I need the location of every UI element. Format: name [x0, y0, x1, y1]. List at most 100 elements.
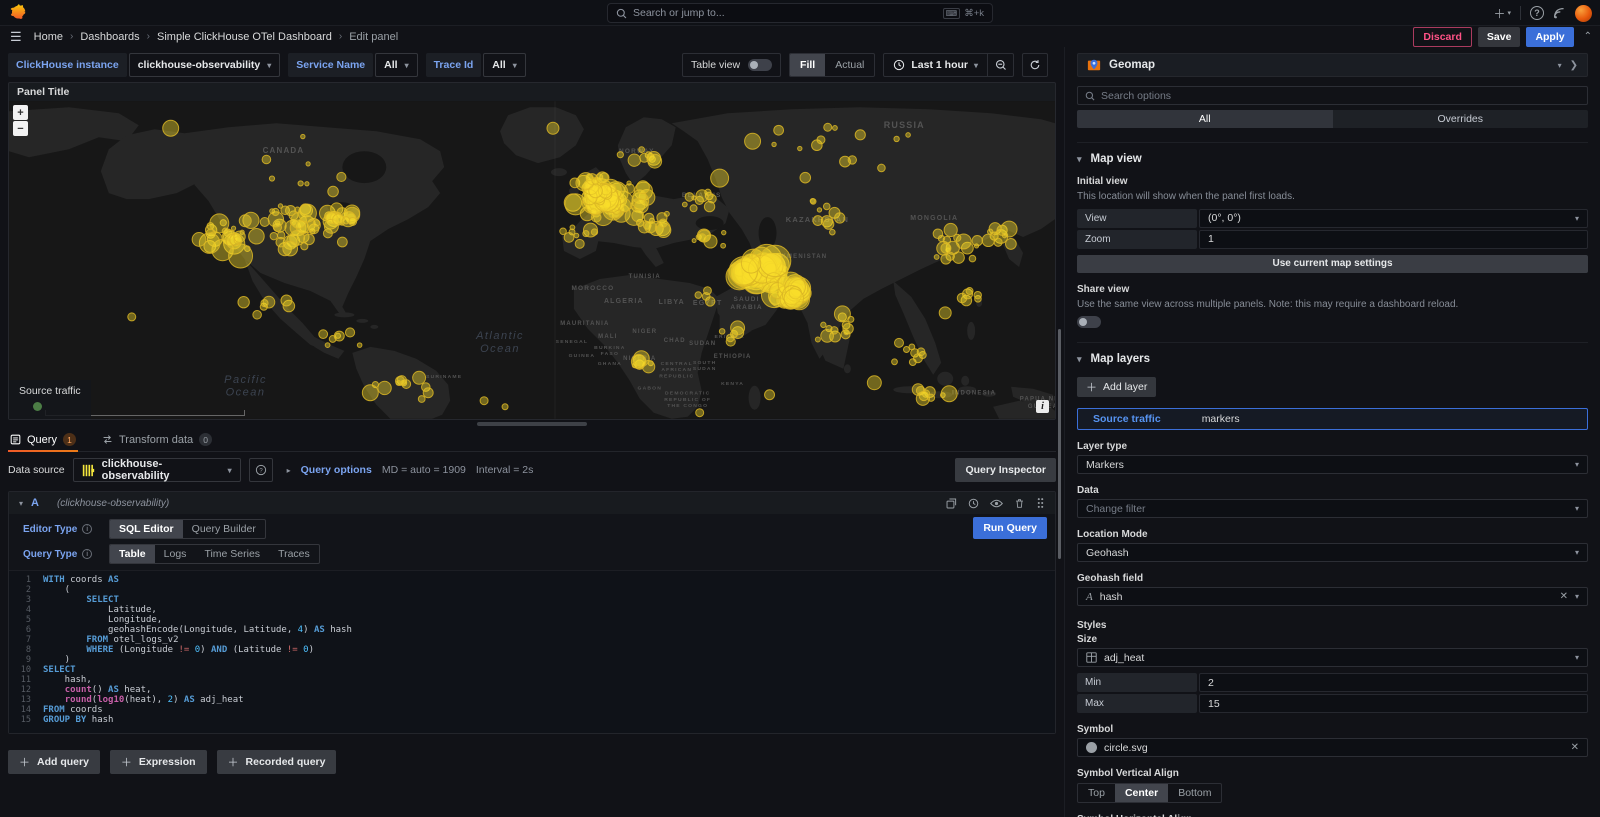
chevron-down-icon: ▾	[1575, 548, 1579, 557]
option-fill[interactable]: Fill	[790, 54, 825, 76]
map-view-header[interactable]: ▾ Map view	[1077, 153, 1588, 165]
zoom-out-time-button[interactable]	[987, 54, 1013, 76]
query-history-icon[interactable]	[968, 498, 979, 509]
add-menu-button[interactable]: ＋▾	[1493, 5, 1511, 22]
global-search-input[interactable]: Search or jump to... ⌨ ⌘+k	[607, 3, 993, 23]
geohash-field-select[interactable]: A hash ✕ ▾	[1077, 587, 1588, 606]
hide-query-icon[interactable]	[990, 498, 1003, 509]
option-time-series[interactable]: Time Series	[195, 545, 269, 563]
table-view-switch[interactable]	[748, 59, 772, 71]
svg-text:SOUTHSUDAN: SOUTHSUDAN	[693, 360, 717, 372]
user-avatar[interactable]	[1575, 5, 1592, 22]
max-datapoints-info: MD = auto = 1909	[382, 464, 466, 476]
breadcrumb-item[interactable]: Home	[34, 31, 63, 43]
add-layer-button[interactable]: ＋ Add layer	[1077, 377, 1156, 397]
chevron-down-icon: ▾	[1575, 214, 1579, 223]
size-field-select[interactable]: adj_heat ▾	[1077, 648, 1588, 667]
options-tab-all[interactable]: All	[1077, 110, 1333, 128]
query-options-toggle[interactable]: Query options	[301, 464, 372, 476]
save-button[interactable]: Save	[1478, 27, 1521, 47]
variable-value-dropdown[interactable]: clickhouse-observability▾	[129, 53, 281, 77]
apply-button[interactable]: Apply	[1526, 27, 1573, 47]
svg-text:ALGERIA: ALGERIA	[604, 298, 644, 305]
add-query-button[interactable]: ＋Add query	[8, 750, 100, 774]
query-inspector-button[interactable]: Query Inspector	[955, 458, 1056, 482]
collapse-query-icon[interactable]: ▾	[19, 499, 23, 508]
datasource-help-button[interactable]: ?	[249, 458, 273, 482]
option-center[interactable]: Center	[1115, 784, 1168, 802]
visualization-picker[interactable]: Geomap ▾ ❯	[1077, 53, 1588, 77]
clear-icon[interactable]: ✕	[1560, 591, 1568, 602]
chevron-right-icon[interactable]: ▸	[287, 466, 291, 475]
layer-type-select[interactable]: Markers ▾	[1077, 455, 1588, 474]
run-query-button[interactable]: Run Query	[973, 517, 1047, 539]
initial-view-label: Initial view	[1077, 176, 1588, 187]
option-top[interactable]: Top	[1078, 784, 1115, 802]
breadcrumb-item[interactable]: Simple ClickHouse OTel Dashboard	[157, 31, 332, 43]
tab-query[interactable]: Query1	[8, 428, 78, 451]
variable-label: Trace Id	[426, 53, 482, 77]
chevron-down-icon: ▾	[1077, 154, 1082, 165]
number-field-icon	[1086, 652, 1097, 663]
use-current-map-settings-button[interactable]: Use current map settings	[1077, 255, 1588, 273]
share-view-switch[interactable]	[1077, 316, 1101, 328]
geomap-canvas[interactable]: + −	[9, 101, 1055, 419]
help-icon[interactable]: ?	[1530, 6, 1544, 20]
map-zoom-in-button[interactable]: +	[13, 105, 28, 120]
datasource-picker[interactable]: clickhouse-observability ▾	[73, 458, 241, 482]
map-legend: Source traffic	[9, 380, 91, 419]
collapse-options-icon[interactable]: ⌃	[1584, 31, 1592, 42]
variable-value-dropdown[interactable]: All▾	[375, 53, 417, 77]
option-sql-editor[interactable]: SQL Editor	[110, 520, 183, 538]
discard-button[interactable]: Discard	[1413, 27, 1472, 47]
tab-transform-data[interactable]: Transform data0	[100, 428, 214, 451]
options-search-input[interactable]: Search options	[1077, 86, 1588, 105]
option-logs[interactable]: Logs	[155, 545, 196, 563]
option-traces[interactable]: Traces	[269, 545, 319, 563]
chevron-down-icon: ▾	[974, 61, 978, 70]
option-table[interactable]: Table	[110, 545, 155, 563]
grafana-logo[interactable]	[10, 4, 27, 21]
collapse-pane-icon[interactable]: ❯	[1570, 60, 1578, 71]
recorded-query-button[interactable]: ＋Recorded query	[217, 750, 337, 774]
expression-button[interactable]: ＋Expression	[110, 750, 207, 774]
pane-splitter[interactable]	[8, 420, 1056, 428]
symbol-select[interactable]: circle.svg ✕	[1077, 738, 1588, 757]
options-tab-overrides[interactable]: Overrides	[1333, 110, 1589, 128]
svg-text:CHAD: CHAD	[664, 338, 686, 344]
map-layers-header[interactable]: ▾ Map layers	[1077, 353, 1588, 365]
sql-editor[interactable]: 1WITH coords AS2 (3 SELECT4 Latitude,5 L…	[9, 570, 1055, 733]
chevron-down-icon: ▾	[267, 61, 271, 70]
option-bottom[interactable]: Bottom	[1168, 784, 1221, 802]
query-ref-id: A	[31, 497, 39, 509]
table-view-toggle[interactable]: Table view	[682, 53, 781, 77]
breadcrumb-item[interactable]: Dashboards	[80, 31, 139, 43]
delete-query-icon[interactable]	[1014, 498, 1025, 509]
variable-value-dropdown[interactable]: All▾	[483, 53, 525, 77]
dashboard-variables-row: ClickHouse instanceclickhouse-observabil…	[8, 53, 1056, 77]
view-select[interactable]: (0°, 0°) ▾	[1199, 209, 1588, 228]
min-input[interactable]: 2	[1199, 673, 1588, 692]
clear-icon[interactable]: ✕	[1571, 742, 1579, 753]
menu-toggle-icon[interactable]: ☰	[10, 29, 22, 45]
duplicate-query-icon[interactable]	[946, 498, 957, 509]
layer-card[interactable]: Source traffic markers	[1077, 408, 1588, 430]
data-filter-select[interactable]: Change filter ▾	[1077, 499, 1588, 518]
map-zoom-out-button[interactable]: −	[13, 121, 28, 136]
editor-type-switch: SQL EditorQuery Builder	[109, 519, 266, 539]
panel-title[interactable]: Panel Title	[9, 83, 1055, 101]
max-input[interactable]: 15	[1199, 694, 1588, 713]
news-icon[interactable]	[1553, 7, 1566, 20]
svg-text:MAURITANIA: MAURITANIA	[560, 321, 609, 327]
option-query-builder[interactable]: Query Builder	[183, 520, 265, 538]
magnifier-minus-icon	[995, 59, 1007, 71]
query-card-header[interactable]: ▾ A (clickhouse-observability)	[9, 492, 1055, 514]
drag-handle-icon[interactable]	[1036, 497, 1045, 509]
location-mode-select[interactable]: Geohash ▾	[1077, 543, 1588, 562]
option-actual[interactable]: Actual	[825, 54, 874, 76]
map-attribution-button[interactable]: i	[1036, 400, 1049, 413]
zoom-input[interactable]: 1	[1199, 230, 1588, 249]
refresh-button[interactable]	[1022, 53, 1048, 77]
scrollbar-thumb[interactable]	[1058, 329, 1061, 559]
time-range-picker[interactable]: Last 1 hour ▾	[884, 54, 987, 76]
